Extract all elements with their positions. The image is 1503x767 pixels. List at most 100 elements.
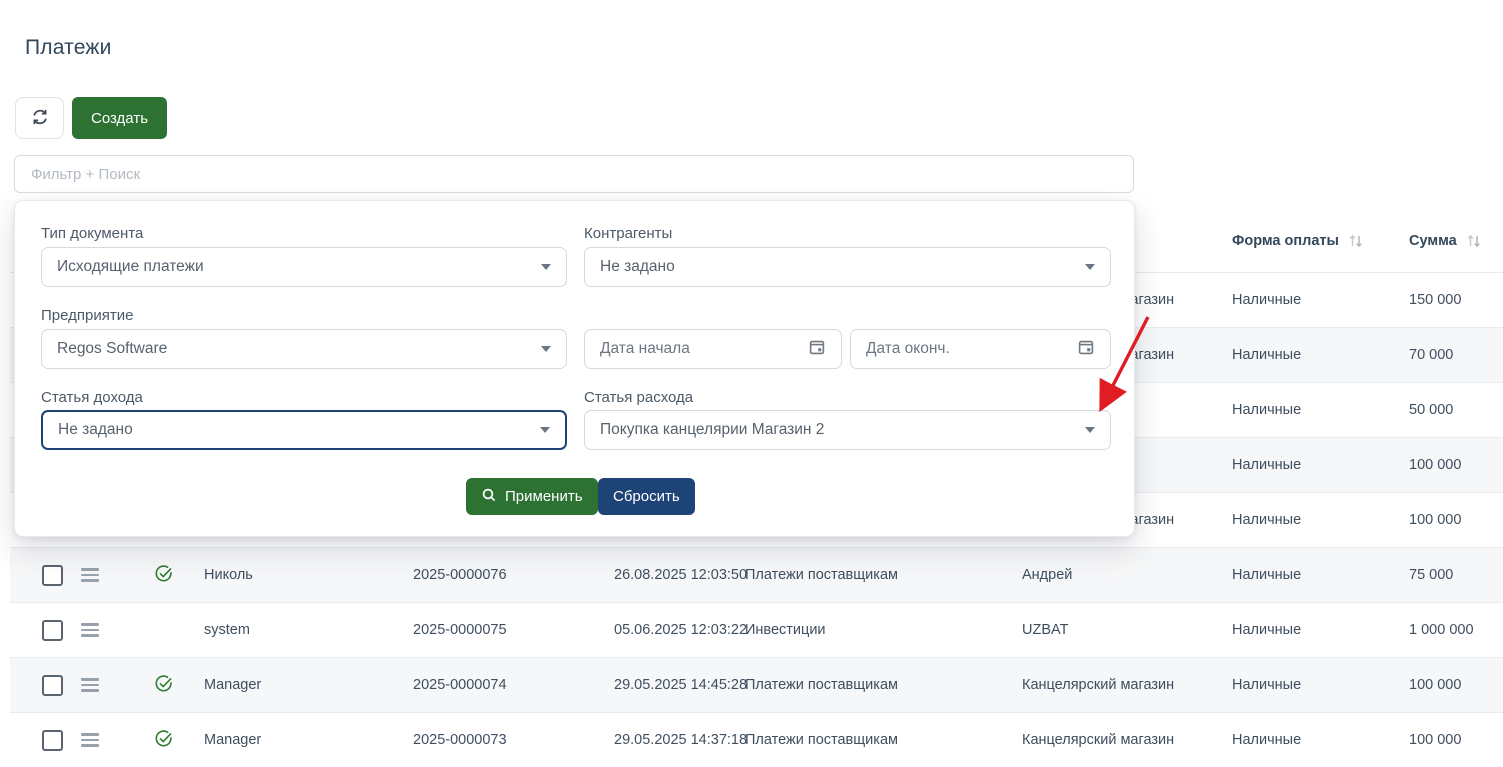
income-item-label: Статья дохода (41, 389, 143, 406)
row-checkbox-cell (42, 658, 63, 712)
counterparties-value: Не задано (600, 258, 675, 276)
row-checkbox[interactable] (42, 620, 63, 641)
approved-cell (154, 548, 174, 602)
payment-form-cell: Наличные (1232, 328, 1301, 382)
table-row[interactable]: Manager 2025-0000074 29.05.2025 14:45:28… (10, 657, 1503, 712)
date-end-input[interactable]: Дата оконч. (850, 329, 1111, 369)
counterparties-label: Контрагенты (584, 225, 672, 242)
row-checkbox[interactable] (42, 565, 63, 586)
reset-button[interactable]: Сбросить (598, 478, 695, 515)
approved-check-icon (154, 673, 174, 697)
category-cell: Платежи поставщикам (745, 658, 898, 712)
search-input[interactable] (14, 155, 1134, 193)
approved-cell (154, 658, 174, 712)
doc-number-cell: 2025-0000076 (413, 548, 507, 602)
amount-cell: 150 000 (1409, 273, 1461, 327)
row-checkbox-cell (42, 603, 63, 657)
expense-item-value: Покупка канцелярии Магазин 2 (600, 421, 824, 439)
counterparties-select[interactable]: Не задано (584, 247, 1111, 287)
doc-number-cell: 2025-0000075 (413, 603, 507, 657)
chevron-down-icon (541, 264, 551, 270)
row-menu-cell (81, 658, 99, 712)
row-menu-cell (81, 603, 99, 657)
calendar-icon[interactable] (808, 338, 826, 361)
enterprise-label: Предприятие (41, 307, 133, 324)
table-row[interactable]: Manager 2025-0000073 29.05.2025 14:37:18… (10, 712, 1503, 767)
row-checkbox[interactable] (42, 675, 63, 696)
income-item-select[interactable]: Не задано (41, 410, 567, 450)
amount-cell: 70 000 (1409, 328, 1453, 382)
payment-form-cell: Наличные (1232, 383, 1301, 437)
column-header-label: Сумма (1409, 233, 1457, 249)
income-item-value: Не задано (58, 421, 133, 439)
chevron-down-icon (541, 346, 551, 352)
payment-form-cell: Наличные (1232, 273, 1301, 327)
chevron-down-icon (1085, 427, 1095, 433)
enterprise-select[interactable]: Regos Software (41, 329, 567, 369)
doc-type-value: Исходящие платежи (57, 258, 204, 276)
row-menu-icon[interactable] (81, 568, 99, 581)
row-checkbox-cell (42, 713, 63, 767)
row-menu-icon[interactable] (81, 623, 99, 636)
enterprise-value: Regos Software (57, 340, 167, 358)
calendar-icon[interactable] (1077, 338, 1095, 361)
counterparty-cell: UZBAT (1022, 603, 1068, 657)
user-cell: system (204, 603, 250, 657)
sort-icon[interactable] (1348, 234, 1364, 248)
date-end-placeholder: Дата оконч. (866, 340, 950, 358)
row-menu-icon[interactable] (81, 678, 99, 691)
amount-cell: 1 000 000 (1409, 603, 1474, 657)
category-cell: Платежи поставщикам (745, 548, 898, 602)
user-cell: Manager (204, 658, 261, 712)
payment-form-cell: Наличные (1232, 658, 1301, 712)
apply-button-label: Применить (505, 488, 583, 505)
amount-cell: 100 000 (1409, 658, 1461, 712)
date-start-input[interactable]: Дата начала (584, 329, 842, 369)
amount-cell: 50 000 (1409, 383, 1453, 437)
amount-cell: 100 000 (1409, 713, 1461, 767)
approved-check-icon (154, 563, 174, 587)
datetime-cell: 29.05.2025 14:45:28 (614, 658, 747, 712)
expense-item-label: Статья расхода (584, 389, 693, 406)
filter-panel: Тип документа Исходящие платежи Контраге… (14, 200, 1135, 537)
search-icon (481, 487, 497, 507)
datetime-cell: 29.05.2025 14:37:18 (614, 713, 747, 767)
column-header-amount[interactable]: Сумма (1409, 210, 1482, 272)
approved-cell (154, 713, 174, 767)
row-menu-cell (81, 713, 99, 767)
counterparty-cell: Канцелярский магазин (1022, 658, 1174, 712)
row-menu-icon[interactable] (81, 733, 99, 746)
payment-form-cell: Наличные (1232, 548, 1301, 602)
apply-button[interactable]: Применить (466, 478, 598, 515)
chevron-down-icon (1085, 264, 1095, 270)
category-cell: Платежи поставщикам (745, 713, 898, 767)
payment-form-cell: Наличные (1232, 438, 1301, 492)
datetime-cell: 05.06.2025 12:03:22 (614, 603, 747, 657)
payment-form-cell: Наличные (1232, 603, 1301, 657)
doc-number-cell: 2025-0000073 (413, 713, 507, 767)
create-button[interactable]: Создать (72, 97, 167, 139)
doc-number-cell: 2025-0000074 (413, 658, 507, 712)
user-cell: Николь (204, 548, 253, 602)
payment-form-cell: Наличные (1232, 493, 1301, 547)
table-row[interactable]: Николь 2025-0000076 26.08.2025 12:03:50 … (10, 547, 1503, 602)
doc-type-select[interactable]: Исходящие платежи (41, 247, 567, 287)
refresh-button[interactable] (15, 97, 64, 139)
user-cell: Manager (204, 713, 261, 767)
counterparty-cell: Андрей (1022, 548, 1072, 602)
row-checkbox-cell (42, 548, 63, 602)
row-checkbox[interactable] (42, 730, 63, 751)
expense-item-select[interactable]: Покупка канцелярии Магазин 2 (584, 410, 1111, 450)
category-cell: Инвестиции (745, 603, 826, 657)
sort-icon[interactable] (1466, 234, 1482, 248)
approved-check-icon (154, 728, 174, 752)
table-row[interactable]: system 2025-0000075 05.06.2025 12:03:22 … (10, 602, 1503, 657)
counterparty-cell: Канцелярский магазин (1022, 713, 1174, 767)
doc-type-label: Тип документа (41, 225, 143, 242)
amount-cell: 75 000 (1409, 548, 1453, 602)
chevron-down-icon (540, 427, 550, 433)
amount-cell: 100 000 (1409, 493, 1461, 547)
date-start-placeholder: Дата начала (600, 340, 690, 358)
column-header-payment-form[interactable]: Форма оплаты (1232, 210, 1364, 272)
row-menu-cell (81, 548, 99, 602)
